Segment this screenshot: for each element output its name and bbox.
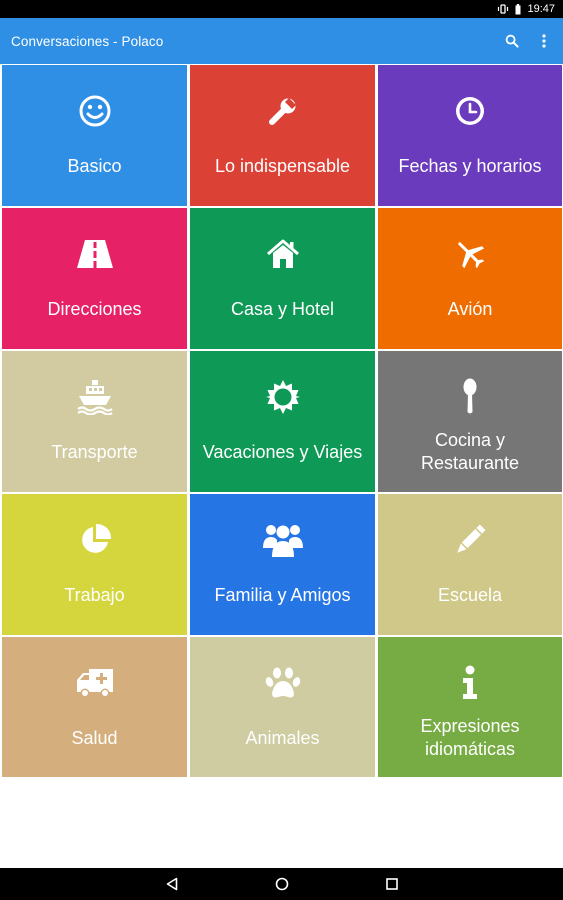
category-label: Vacaciones y Viajes	[202, 441, 363, 462]
clock-text: 19:47	[527, 3, 555, 15]
info-icon	[378, 665, 562, 701]
category-tile-fechas-y-horarios[interactable]: Fechas y horarios	[378, 65, 562, 206]
category-tile-salud[interactable]: Salud	[2, 637, 187, 777]
category-tile-transporte[interactable]: Transporte	[2, 351, 187, 492]
category-label: Cocina y Restaurante	[420, 430, 520, 473]
category-label: Familia y Amigos	[214, 584, 351, 605]
paw-icon	[190, 665, 375, 701]
airplane-icon	[378, 236, 562, 272]
recents-icon[interactable]	[383, 875, 401, 893]
wrench-icon	[190, 93, 375, 129]
category-tile-cocina-y-restaurante[interactable]: Cocina y Restaurante	[378, 351, 562, 492]
category-label: Avión	[447, 298, 493, 319]
category-tile-casa-y-hotel[interactable]: Casa y Hotel	[190, 208, 375, 349]
category-label: Escuela	[437, 584, 503, 605]
search-icon[interactable]	[503, 32, 521, 50]
status-bar: 19:47	[0, 0, 563, 18]
category-label: Lo indispensable	[214, 155, 351, 176]
category-tile-basico[interactable]: Basico	[2, 65, 187, 206]
category-tile-lo-indispensable[interactable]: Lo indispensable	[190, 65, 375, 206]
spoon-icon	[378, 378, 562, 415]
home-icon	[190, 236, 375, 272]
sun-icon	[190, 379, 375, 415]
category-label: Trabajo	[64, 584, 125, 605]
category-label: Direcciones	[47, 298, 142, 319]
app-title: Conversaciones - Polaco	[11, 33, 164, 49]
home-circle-icon[interactable]	[273, 875, 291, 893]
category-grid: Basico Lo indispensable Fechas y horario…	[2, 65, 562, 777]
category-label: Fechas y horarios	[398, 155, 542, 176]
clock-icon	[378, 93, 562, 129]
more-options-icon[interactable]	[535, 32, 553, 50]
category-tile-avion[interactable]: Avión	[378, 208, 562, 349]
category-tile-familia-y-amigos[interactable]: Familia y Amigos	[190, 494, 375, 635]
category-tile-vacaciones-y-viajes[interactable]: Vacaciones y Viajes	[190, 351, 375, 492]
battery-icon	[515, 3, 521, 15]
category-tile-expresiones-idiomaticas[interactable]: Expresiones idiomáticas	[378, 637, 562, 777]
category-tile-animales[interactable]: Animales	[190, 637, 375, 777]
category-label: Casa y Hotel	[230, 298, 335, 319]
category-label: Expresiones idiomáticas	[420, 716, 520, 759]
navigation-bar	[0, 868, 563, 900]
group-icon	[190, 522, 375, 558]
category-label: Salud	[71, 727, 118, 748]
smiley-icon	[2, 93, 187, 129]
vibrate-icon	[497, 4, 509, 14]
ambulance-icon	[2, 665, 187, 701]
pie-chart-icon	[2, 522, 187, 558]
category-label: Animales	[245, 727, 320, 748]
category-label: Transporte	[51, 441, 138, 462]
app-bar: Conversaciones - Polaco	[0, 18, 563, 64]
category-tile-escuela[interactable]: Escuela	[378, 494, 562, 635]
category-label: Basico	[67, 155, 122, 176]
category-tile-trabajo[interactable]: Trabajo	[2, 494, 187, 635]
ship-icon	[2, 379, 187, 415]
category-tile-direcciones[interactable]: Direcciones	[2, 208, 187, 349]
back-icon[interactable]	[163, 875, 181, 893]
road-icon	[2, 236, 187, 272]
pencil-icon	[378, 522, 562, 558]
